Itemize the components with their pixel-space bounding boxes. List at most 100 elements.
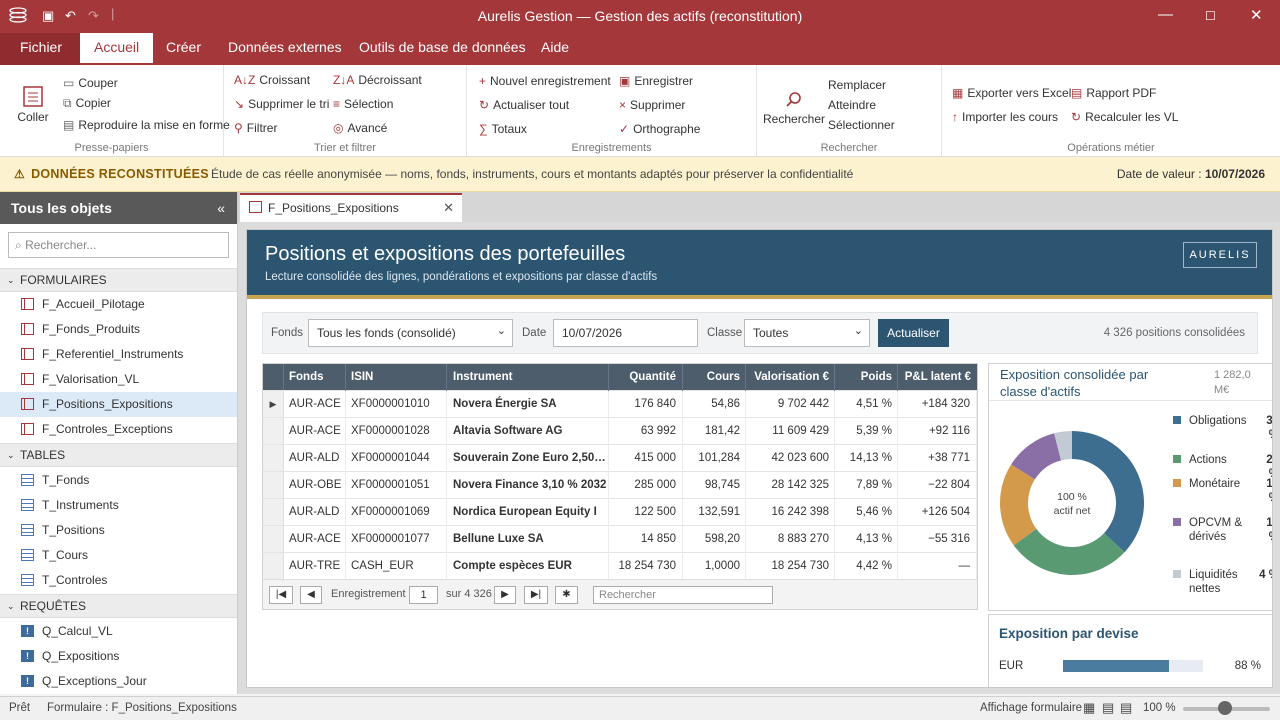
record-selector[interactable] bbox=[263, 472, 284, 498]
fonds-select[interactable]: Tous les fonds (consolidé) ⌄ bbox=[308, 319, 513, 347]
table-cell[interactable]: XF0000001010 bbox=[351, 391, 447, 418]
reproduire-button[interactable]: ▤ Reproduire la mise en forme bbox=[63, 118, 230, 132]
section-formulaires[interactable]: ⌄ FORMULAIRES bbox=[0, 268, 237, 292]
column-header[interactable]: P&L latent € bbox=[898, 364, 977, 391]
table-row[interactable]: AUR-ACE XF0000001028 Altavia Software AG 63… bbox=[263, 418, 977, 445]
zoom-slider-handle[interactable] bbox=[1218, 701, 1232, 715]
nav-item-query[interactable]: ! Q_Expositions bbox=[0, 644, 237, 669]
table-row[interactable]: AUR-ALD XF0000001044 Souverain Zone Euro 2… bbox=[263, 445, 977, 472]
table-cell[interactable]: 176 840 bbox=[610, 391, 683, 418]
nav-item-table[interactable]: T_Controles bbox=[0, 568, 237, 593]
form-view-icon[interactable]: ▦ bbox=[1083, 700, 1095, 716]
table-cell[interactable]: AUR-ALD bbox=[289, 445, 346, 472]
nav-item-table[interactable]: T_Fonds bbox=[0, 468, 237, 493]
table-cell[interactable]: AUR-OBE bbox=[289, 472, 346, 499]
atteindre-button[interactable]: Atteindre bbox=[828, 98, 876, 112]
exporter-excel-button[interactable]: ▦ Exporter vers Excel bbox=[952, 86, 1071, 100]
recalculer-vl-button[interactable]: ↻ Recalculer les VL bbox=[1071, 110, 1178, 124]
tab-aide[interactable]: Aide bbox=[527, 33, 583, 65]
orthographe-button[interactable]: ✓ Orthographe bbox=[619, 122, 700, 136]
layout-view-icon[interactable]: ▤ bbox=[1102, 700, 1114, 716]
first-record-icon[interactable]: |◀ bbox=[269, 586, 293, 604]
table-cell[interactable]: 16 242 398 bbox=[746, 499, 835, 526]
table-cell[interactable]: Bellune Luxe SA bbox=[453, 526, 609, 553]
table-cell[interactable]: +38 771 bbox=[898, 445, 977, 472]
importer-cours-button[interactable]: ↑ Importer les cours bbox=[952, 110, 1058, 124]
table-cell[interactable]: AUR-ACE bbox=[289, 418, 346, 445]
enregistrer-button[interactable]: ▣ Enregistrer bbox=[619, 74, 693, 88]
table-cell[interactable]: 598,20 bbox=[683, 526, 746, 553]
column-header[interactable]: Fonds bbox=[289, 364, 346, 391]
last-record-icon[interactable]: ▶| bbox=[524, 586, 548, 604]
next-record-icon[interactable]: ▶ bbox=[494, 586, 516, 604]
design-view-icon[interactable]: ▤ bbox=[1120, 700, 1132, 716]
close-tab-icon[interactable]: ✕ bbox=[443, 195, 454, 221]
table-cell[interactable]: XF0000001069 bbox=[351, 499, 447, 526]
table-row[interactable]: AUR-OBE XF0000001051 Novera Finance 3,10 %… bbox=[263, 472, 977, 499]
collapse-icon[interactable]: « bbox=[217, 192, 225, 224]
record-selector[interactable] bbox=[263, 418, 284, 444]
column-header[interactable]: Cours bbox=[683, 364, 746, 391]
table-cell[interactable]: 54,86 bbox=[683, 391, 746, 418]
table-cell[interactable]: 9 702 442 bbox=[746, 391, 835, 418]
nav-item-form[interactable]: F_Accueil_Pilotage bbox=[0, 292, 237, 317]
tri-croissant-button[interactable]: A↓Z Croissant bbox=[234, 73, 310, 87]
table-cell[interactable]: XF0000001077 bbox=[351, 526, 447, 553]
actualiser-button[interactable]: Actualiser bbox=[878, 319, 949, 347]
nav-item-table[interactable]: T_Instruments bbox=[0, 493, 237, 518]
table-cell[interactable]: 415 000 bbox=[610, 445, 683, 472]
rechercher-button[interactable]: Rechercher bbox=[763, 91, 825, 126]
table-cell[interactable]: XF0000001051 bbox=[351, 472, 447, 499]
table-cell[interactable]: 132,591 bbox=[683, 499, 746, 526]
coller-button[interactable]: Coller bbox=[12, 85, 54, 124]
table-cell[interactable]: 14 850 bbox=[610, 526, 683, 553]
column-header[interactable]: Valorisation € bbox=[746, 364, 835, 391]
table-cell[interactable]: Novera Énergie SA bbox=[453, 391, 609, 418]
record-selector[interactable] bbox=[263, 553, 284, 579]
maximize-icon[interactable]: ☐ bbox=[1205, 9, 1216, 23]
couper-button[interactable]: ▭ Couper bbox=[63, 76, 118, 90]
table-cell[interactable]: 4,13 % bbox=[835, 526, 898, 553]
table-cell[interactable]: 14,13 % bbox=[835, 445, 898, 472]
tab-fichier[interactable]: Fichier bbox=[0, 33, 83, 65]
prev-record-icon[interactable]: ◀ bbox=[300, 586, 322, 604]
table-cell[interactable]: Altavia Software AG bbox=[453, 418, 609, 445]
nav-item-form[interactable]: F_Referentiel_Instruments bbox=[0, 342, 237, 367]
filtrer-button[interactable]: ⚲ Filtrer bbox=[234, 121, 277, 135]
table-cell[interactable]: AUR-ACE bbox=[289, 391, 346, 418]
column-header[interactable]: Poids bbox=[835, 364, 898, 391]
table-cell[interactable]: AUR-ACE bbox=[289, 526, 346, 553]
supprimer-button[interactable]: × Supprimer bbox=[619, 98, 685, 112]
table-cell[interactable]: −55 316 bbox=[898, 526, 977, 553]
table-row[interactable]: ▶ AUR-ACE XF0000001010 Novera Énergie SA 176… bbox=[263, 391, 977, 418]
table-cell[interactable]: 18 254 730 bbox=[610, 553, 683, 580]
nav-item-form[interactable]: F_Fonds_Produits bbox=[0, 317, 237, 342]
table-cell[interactable]: +92 116 bbox=[898, 418, 977, 445]
close-icon[interactable]: ✕ bbox=[1250, 6, 1263, 24]
table-cell[interactable]: Novera Finance 3,10 % 2032 bbox=[453, 472, 609, 499]
section-requetes[interactable]: ⌄ REQUÊTES bbox=[0, 594, 237, 618]
classe-select[interactable]: Toutes ⌄ bbox=[744, 319, 870, 347]
nav-item-query[interactable]: ! Q_Calcul_VL bbox=[0, 619, 237, 644]
table-cell[interactable]: XF0000001028 bbox=[351, 418, 447, 445]
new-record-icon[interactable]: ✱ bbox=[555, 586, 578, 604]
table-cell[interactable]: AUR-ALD bbox=[289, 499, 346, 526]
column-header[interactable]: Quantité bbox=[610, 364, 683, 391]
table-cell[interactable]: Souverain Zone Euro 2,50 %... bbox=[453, 445, 609, 472]
nav-item-query[interactable]: ! Q_Exceptions_Jour bbox=[0, 669, 237, 694]
table-cell[interactable]: Compte espèces EUR bbox=[453, 553, 609, 580]
table-cell[interactable]: 5,39 % bbox=[835, 418, 898, 445]
table-cell[interactable]: CASH_EUR bbox=[351, 553, 447, 580]
table-cell[interactable]: XF0000001044 bbox=[351, 445, 447, 472]
table-cell[interactable]: 98,745 bbox=[683, 472, 746, 499]
tri-decroissant-button[interactable]: Z↓A Décroissant bbox=[333, 73, 422, 87]
actualiser-tout-button[interactable]: ↻ Actualiser tout bbox=[479, 98, 569, 112]
nav-search-input[interactable]: ⌕ Rechercher... bbox=[8, 232, 229, 258]
table-cell[interactable]: 42 023 600 bbox=[746, 445, 835, 472]
table-cell[interactable]: 18 254 730 bbox=[746, 553, 835, 580]
minimize-icon[interactable]: — bbox=[1158, 6, 1173, 23]
table-cell[interactable]: 11 609 429 bbox=[746, 418, 835, 445]
table-row[interactable]: AUR-ACE XF0000001077 Bellune Luxe SA 14 850… bbox=[263, 526, 977, 553]
date-input[interactable]: 10/07/2026 bbox=[553, 319, 698, 347]
table-cell[interactable]: — bbox=[898, 553, 977, 580]
